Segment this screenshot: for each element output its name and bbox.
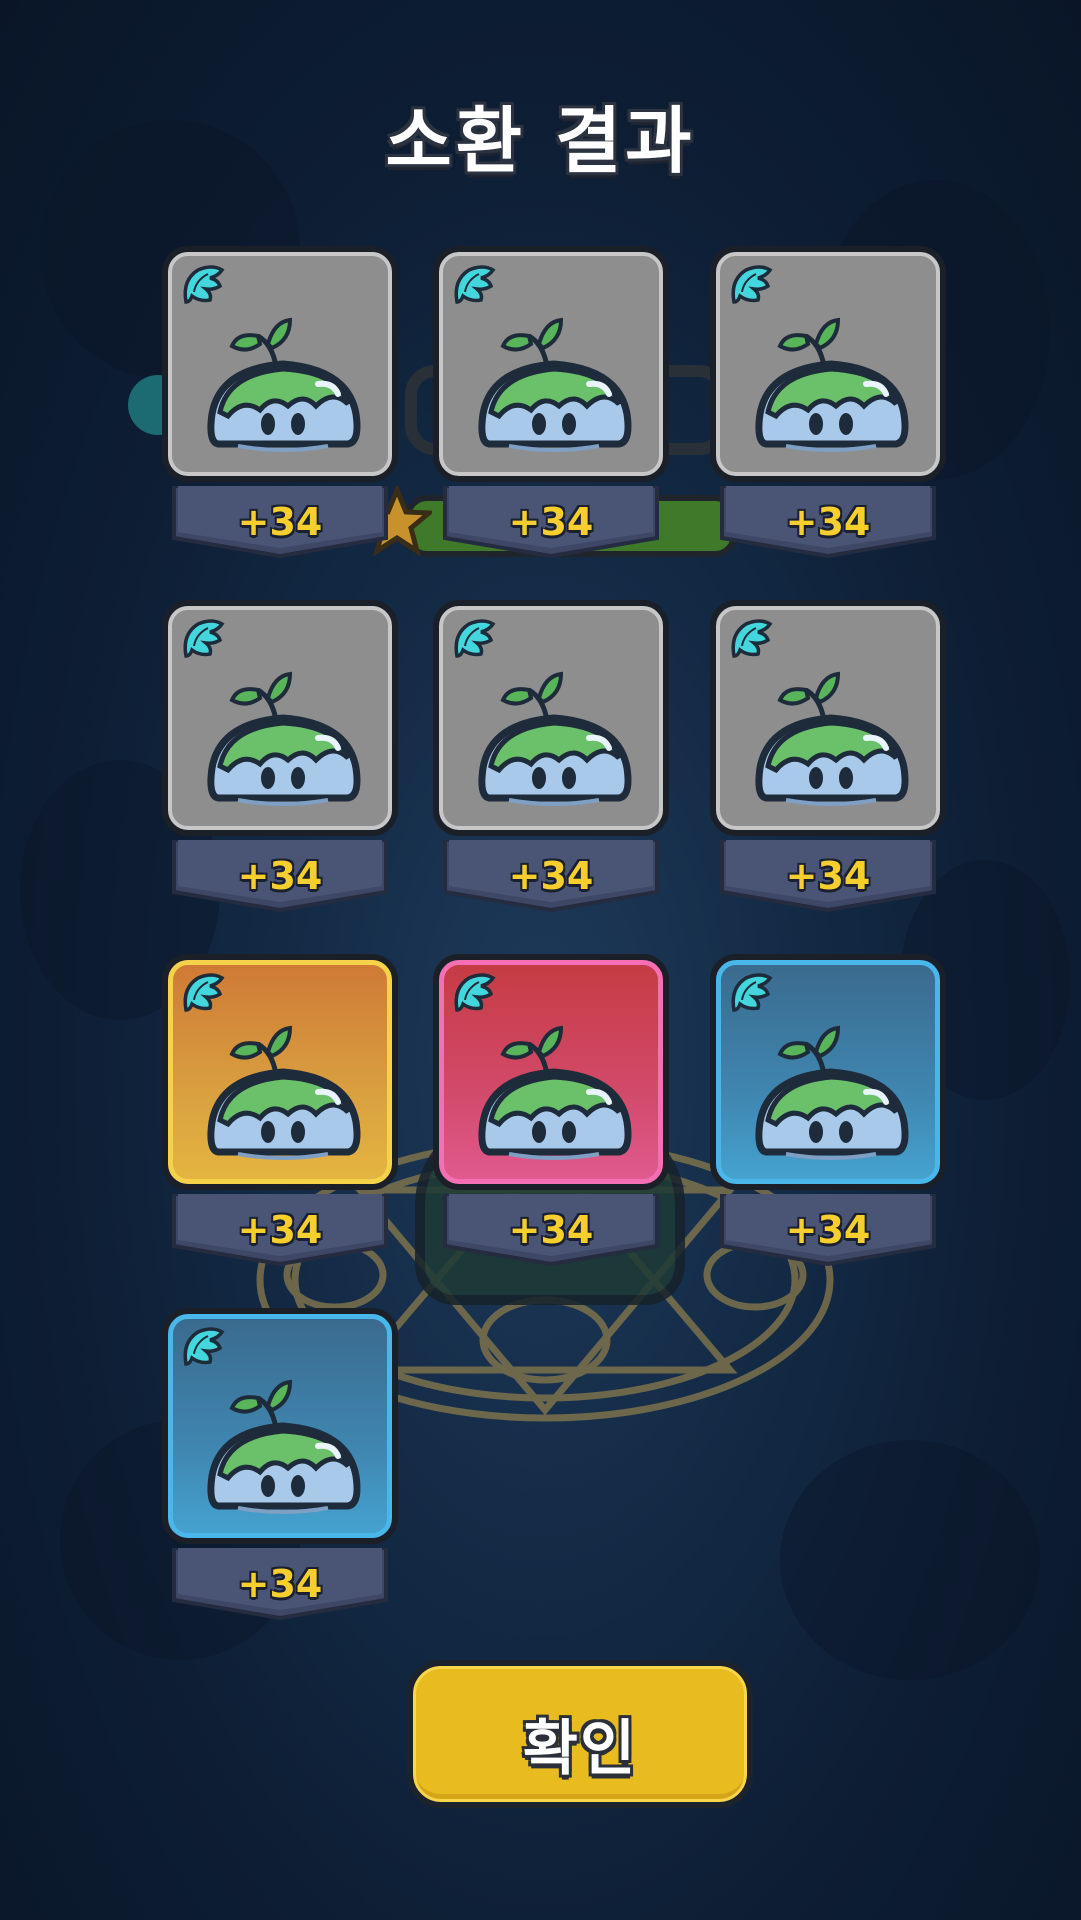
water-slime-icon xyxy=(755,317,909,452)
amount-ribbon: +34 xyxy=(170,1194,390,1266)
wing-icon xyxy=(454,619,496,658)
water-slime-icon xyxy=(478,1025,632,1160)
wing-icon xyxy=(183,619,225,658)
background-shape xyxy=(780,1440,1040,1680)
result-card[interactable] xyxy=(162,600,398,836)
amount-ribbon: +34 xyxy=(170,486,390,558)
amount-ribbon: +34 xyxy=(170,1548,390,1620)
result-card[interactable] xyxy=(710,246,946,482)
result-card[interactable] xyxy=(710,600,946,836)
water-slime-icon xyxy=(478,671,632,806)
water-slime-icon xyxy=(755,1025,909,1160)
amount-ribbon: +34 xyxy=(441,840,661,912)
amount-label: +34 xyxy=(785,500,871,544)
amount-label: +34 xyxy=(508,500,594,544)
result-card[interactable] xyxy=(162,954,398,1190)
water-slime-icon xyxy=(207,1379,361,1514)
amount-label: +34 xyxy=(785,854,871,898)
water-slime-icon xyxy=(207,671,361,806)
result-card[interactable] xyxy=(433,246,669,482)
water-slime-icon xyxy=(478,317,632,452)
amount-label: +34 xyxy=(785,1208,871,1252)
wing-icon xyxy=(183,973,225,1012)
result-card[interactable] xyxy=(162,246,398,482)
amount-ribbon: +34 xyxy=(441,486,661,558)
amount-label: +34 xyxy=(508,854,594,898)
confirm-button[interactable]: 확인 xyxy=(407,1660,753,1808)
wing-icon xyxy=(454,973,496,1012)
amount-label: +34 xyxy=(237,854,323,898)
water-slime-icon xyxy=(207,1025,361,1160)
wing-icon xyxy=(731,973,773,1012)
amount-ribbon: +34 xyxy=(170,840,390,912)
amount-ribbon: +34 xyxy=(718,1194,938,1266)
page-title: 소환 결과 xyxy=(385,99,696,183)
result-card[interactable] xyxy=(710,954,946,1190)
amount-ribbon: +34 xyxy=(441,1194,661,1266)
amount-label: +34 xyxy=(508,1208,594,1252)
amount-label: +34 xyxy=(237,500,323,544)
result-card[interactable] xyxy=(162,1308,398,1544)
amount-ribbon: +34 xyxy=(718,840,938,912)
wing-icon xyxy=(454,265,496,304)
water-slime-icon xyxy=(207,317,361,452)
result-card[interactable] xyxy=(433,954,669,1190)
wing-icon xyxy=(183,265,225,304)
result-card[interactable] xyxy=(433,600,669,836)
amount-ribbon: +34 xyxy=(718,486,938,558)
wing-icon xyxy=(731,265,773,304)
wing-icon xyxy=(731,619,773,658)
wing-icon xyxy=(183,1327,225,1366)
water-slime-icon xyxy=(755,671,909,806)
amount-label: +34 xyxy=(237,1562,323,1606)
amount-label: +34 xyxy=(237,1208,323,1252)
confirm-button-label: 확인 xyxy=(522,1714,638,1784)
